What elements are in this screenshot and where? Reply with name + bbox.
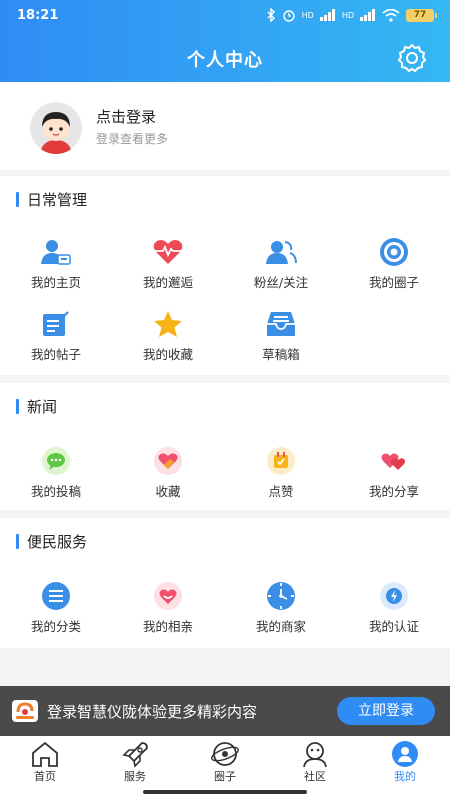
home-icon — [32, 741, 58, 767]
grid-item-my-shares[interactable]: 我的分享 — [338, 445, 450, 505]
status-icons: HD HD 77 — [266, 8, 437, 22]
heart-pulse-icon — [152, 236, 184, 268]
profile-card[interactable]: 点击登录 登录查看更多 — [0, 82, 450, 170]
tab-services[interactable]: 服务 — [90, 736, 180, 786]
login-now-button[interactable]: 立即登录 — [337, 697, 435, 725]
planet-icon — [211, 742, 239, 766]
grid-item-my-encounter[interactable]: 我的邂逅 — [112, 236, 224, 296]
login-subtitle: 登录查看更多 — [96, 132, 169, 146]
banner-text: 登录智慧仪陇体验更多精彩内容 — [47, 703, 258, 721]
signal-icon — [319, 9, 335, 21]
section-header: 新闻 — [16, 397, 58, 416]
grid-item-label: 草稿箱 — [262, 347, 300, 362]
app-logo-icon — [12, 700, 38, 722]
verified-icon — [378, 580, 410, 612]
wifi-icon — [382, 8, 400, 22]
tab-label: 圈子 — [214, 770, 236, 783]
tab-label: 首页 — [34, 770, 56, 783]
network-label-2: HD — [341, 10, 354, 20]
section-accent-bar — [16, 533, 19, 549]
star-icon — [152, 308, 184, 340]
avatar-cartoon-icon — [30, 102, 82, 154]
profile-icon — [392, 741, 418, 767]
home-indicator — [143, 790, 307, 794]
section-title: 日常管理 — [27, 190, 88, 209]
target-icon — [378, 236, 410, 268]
news-section: 新闻 我的投稿 收藏 点赞 我的分享 — [0, 383, 450, 510]
edit-doc-icon — [40, 308, 72, 340]
app-header: 18:21 HD HD 77 个人中心 — [0, 0, 450, 82]
tab-community[interactable]: 社区 — [270, 736, 360, 786]
grid-item-my-dating[interactable]: 我的相亲 — [112, 580, 224, 640]
grid-item-label: 粉丝/关注 — [253, 275, 309, 290]
grid-item-my-merchants[interactable]: 我的商家 — [225, 580, 337, 640]
grid-item-my-homepage[interactable]: 我的主页 — [0, 236, 112, 296]
tab-label: 社区 — [304, 770, 326, 783]
community-icon — [303, 742, 327, 768]
grid-item-drafts[interactable]: 草稿箱 — [225, 308, 337, 368]
rocket-icon — [122, 742, 148, 768]
section-header: 便民服务 — [16, 532, 88, 551]
grid-item-fans-follow[interactable]: 粉丝/关注 — [225, 236, 337, 296]
grid-item-label: 点赞 — [268, 484, 294, 499]
users-icon — [265, 236, 297, 268]
section-header: 日常管理 — [16, 190, 88, 209]
gear-icon — [397, 43, 427, 73]
service-section: 便民服务 我的分类 我的相亲 我的商家 我的认证 — [0, 518, 450, 648]
grid-item-my-verification[interactable]: 我的认证 — [338, 580, 450, 640]
grid-item-label: 我的邂逅 — [142, 275, 193, 290]
grid-item-my-categories[interactable]: 我的分类 — [0, 580, 112, 640]
list-icon — [40, 580, 72, 612]
chat-bubble-icon — [40, 445, 72, 477]
grid-item-label: 我的收藏 — [142, 347, 193, 362]
share-hearts-icon — [378, 445, 410, 477]
grid-item-label: 我的商家 — [255, 619, 306, 634]
tab-circle[interactable]: 圈子 — [180, 736, 270, 786]
grid-item-label: 我的相亲 — [142, 619, 193, 634]
inbox-icon — [265, 308, 297, 340]
tab-mine[interactable]: 我的 — [360, 736, 450, 786]
section-accent-bar — [16, 398, 19, 414]
status-time: 18:21 — [17, 8, 59, 23]
tab-label: 我的 — [394, 770, 416, 783]
grid-item-label: 我的认证 — [368, 619, 419, 634]
grid-item-label: 我的主页 — [30, 275, 81, 290]
grid-item-label: 我的帖子 — [30, 347, 81, 362]
daily-section: 日常管理 我的主页 我的邂逅 粉丝/关注 我的圈子 我的帖子 我的收藏 草稿箱 — [0, 176, 450, 375]
signal-icon-2 — [360, 9, 375, 21]
bluetooth-icon — [267, 8, 275, 22]
grid-item-label: 我的分类 — [30, 619, 81, 634]
page-title: 个人中心 — [187, 50, 263, 71]
login-prompt[interactable]: 点击登录 — [96, 106, 156, 127]
grid-item-label: 收藏 — [155, 484, 181, 499]
grid-item-label: 我的投稿 — [30, 484, 81, 499]
heart-icon — [152, 445, 184, 477]
grid-item-my-circle[interactable]: 我的圈子 — [338, 236, 450, 296]
section-title: 新闻 — [27, 397, 58, 416]
status-bar: 18:21 HD HD 77 — [0, 0, 450, 32]
settings-button[interactable] — [396, 42, 428, 74]
grid-item-likes[interactable]: 点赞 — [225, 445, 337, 505]
grid-item-news-favorites[interactable]: 收藏 — [112, 445, 224, 505]
grid-item-my-favorites[interactable]: 我的收藏 — [112, 308, 224, 368]
smile-heart-icon — [152, 580, 184, 612]
clock-icon — [265, 580, 297, 612]
network-label-1: HD — [301, 10, 314, 20]
avatar[interactable] — [30, 102, 82, 154]
battery-indicator: 77 — [406, 8, 437, 22]
grid-item-my-submissions[interactable]: 我的投稿 — [0, 445, 112, 505]
grid-item-label: 我的分享 — [368, 484, 419, 499]
section-title: 便民服务 — [27, 532, 88, 551]
tab-home[interactable]: 首页 — [0, 736, 90, 786]
grid-item-my-posts[interactable]: 我的帖子 — [0, 308, 112, 368]
grid-item-label: 我的圈子 — [368, 275, 419, 290]
alarm-icon — [282, 10, 295, 22]
tab-label: 服务 — [124, 770, 146, 783]
thumbs-up-icon — [265, 445, 297, 477]
user-card-icon — [40, 236, 72, 268]
login-banner: 登录智慧仪陇体验更多精彩内容 立即登录 — [0, 686, 450, 736]
section-accent-bar — [16, 191, 19, 207]
